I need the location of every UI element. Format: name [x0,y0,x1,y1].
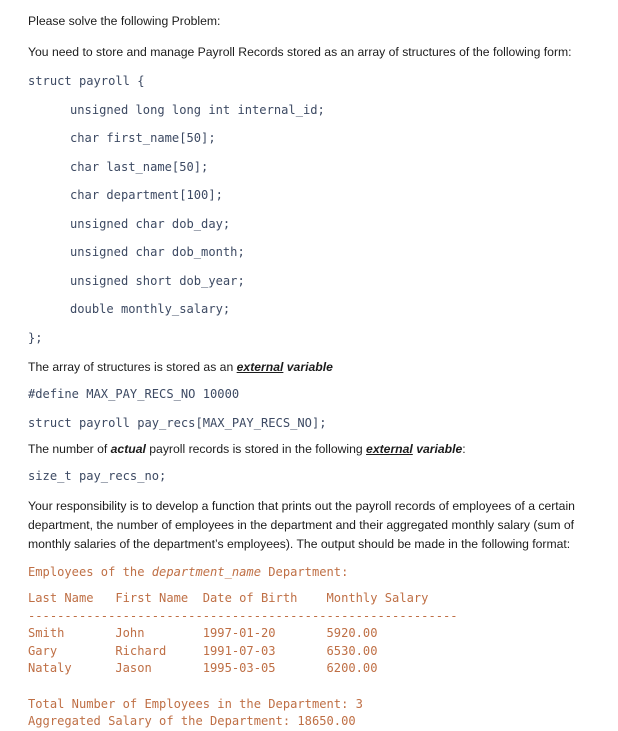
output-total-employees-line: Total Number of Employees in the Departm… [28,696,363,711]
output-record-row-0: Smith John 1997-01-20 5920.00 [28,626,378,641]
count-note-lead: The number of [28,442,111,456]
code-size-declaration: size_t pay_recs_no; [28,469,167,483]
responsibility-paragraph: Your responsibility is to develop a func… [28,498,575,551]
record-count-note: The number of actual payroll records is … [0,440,618,459]
count-note-trail: : [462,442,466,456]
count-note-emph-actual: actual [110,442,146,456]
array-storage-note: The array of structures is stored as an … [0,358,618,377]
count-note-emph-variable: variable [416,442,463,456]
output-header-lead: Employees of the [28,564,152,579]
output-blank-line [0,678,618,696]
code-struct-member-6: unsigned short dob_year; [70,273,245,288]
code-struct-member-1: char first_name[50]; [70,131,216,145]
intro-line: Please solve the following Problem: [28,14,221,28]
problem-statement: You need to store and manage Payroll Rec… [28,45,572,59]
code-struct-member-0: unsigned long long int internal_id; [70,102,325,117]
output-column-header: Last Name First Name Date of Birth Month… [28,591,429,606]
code-struct-member-7: double monthly_salary; [70,302,231,316]
code-define-max-pay-recs: #define MAX_PAY_RECS_NO 10000 [28,387,240,401]
count-note-mid: payroll records is stored in the followi… [145,442,367,456]
output-header-placeholder: department_name [151,564,261,579]
count-note-emph-external: external [366,442,413,456]
output-record-row-1: Gary Richard 1991-07-03 6530.00 [28,643,378,658]
code-struct-member-2: char last_name[50]; [70,159,209,174]
code-struct-member-5: unsigned char dob_month; [70,245,245,259]
output-record-row-2: Nataly Jason 1995-03-05 6200.00 [28,661,378,676]
document-page: Please solve the following Problem: You … [0,0,618,728]
output-aggregated-salary-line: Aggregated Salary of the Department: 186… [28,714,356,729]
output-header-trail: Department: [261,564,349,579]
code-struct-member-4: unsigned char dob_day; [70,216,231,231]
code-array-declaration: struct payroll pay_recs[MAX_PAY_RECS_NO]… [28,415,327,430]
code-struct-close: }; [28,330,43,345]
output-separator-rule: ----------------------------------------… [28,608,458,623]
array-note-lead: The array of structures is stored as an [28,360,237,374]
array-note-emph-external: external [236,360,284,374]
code-struct-member-3: char department[100]; [70,188,223,202]
code-struct-open: struct payroll { [28,74,145,88]
output-sample-header: Employees of the department_name Departm… [0,564,618,582]
array-note-emph-variable: variable [286,360,333,374]
